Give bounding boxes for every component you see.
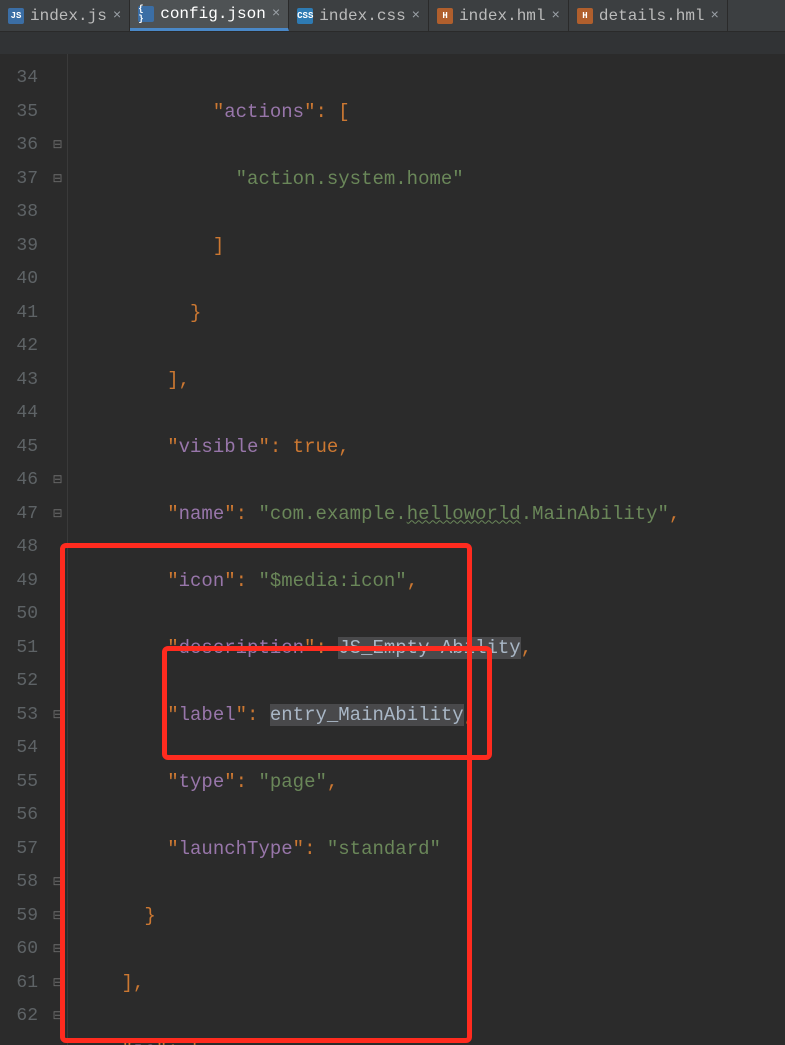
line-number: 59 (0, 900, 48, 934)
line-number: 34 (0, 62, 48, 96)
code-line[interactable]: "visible": true, (76, 431, 785, 465)
line-number: 61 (0, 967, 48, 1001)
line-number: 54 (0, 732, 48, 766)
line-number: 51 (0, 632, 48, 666)
fold-icon[interactable]: ⊟ (48, 163, 67, 197)
tab-index-hml[interactable]: H index.hml × (429, 0, 569, 31)
line-number: 55 (0, 766, 48, 800)
fold-icon[interactable]: ⊟ (48, 900, 67, 934)
line-number: 47 (0, 498, 48, 532)
tab-details-hml[interactable]: H details.hml × (569, 0, 728, 31)
close-icon[interactable]: × (552, 8, 560, 24)
fold-icon[interactable]: ⊟ (48, 1000, 67, 1034)
fold-icon[interactable]: ⊟ (48, 866, 67, 900)
code-line[interactable]: ], (76, 967, 785, 1001)
line-number: 35 (0, 96, 48, 130)
line-number: 41 (0, 297, 48, 331)
close-icon[interactable]: × (711, 8, 719, 24)
tab-label: index.js (30, 7, 107, 25)
line-number: 39 (0, 230, 48, 264)
json-file-icon: { } (138, 6, 154, 22)
tab-bar: JS index.js × { } config.json × CSS inde… (0, 0, 785, 32)
code-line[interactable]: "name": "com.example.helloworld.MainAbil… (76, 498, 785, 532)
line-number: 42 (0, 330, 48, 364)
code-editor[interactable]: 3435363738394041424344454647484950515253… (0, 54, 785, 1045)
line-number-gutter: 3435363738394041424344454647484950515253… (0, 54, 48, 1045)
line-number: 43 (0, 364, 48, 398)
code-line[interactable]: } (76, 900, 785, 934)
fold-column: ⊟⊟ ⊟⊟ ⊟ ⊟⊟ ⊟⊟⊟ (48, 54, 68, 1045)
fold-icon[interactable]: ⊟ (48, 699, 67, 733)
code-line[interactable]: } (76, 297, 785, 331)
code-line[interactable]: ] (76, 230, 785, 264)
code-line[interactable]: "js": [ (76, 1034, 785, 1045)
tab-label: details.hml (599, 7, 705, 25)
line-number: 46 (0, 464, 48, 498)
hml-file-icon: H (577, 8, 593, 24)
code-line[interactable]: ], (76, 364, 785, 398)
js-file-icon: JS (8, 8, 24, 24)
line-number: 56 (0, 799, 48, 833)
tab-label: index.css (319, 7, 405, 25)
code-body[interactable]: "actions": [ "action.system.home" ] } ],… (68, 54, 785, 1045)
line-number: 48 (0, 531, 48, 565)
close-icon[interactable]: × (412, 8, 420, 24)
line-number: 53 (0, 699, 48, 733)
fold-icon[interactable]: ⊟ (48, 967, 67, 1001)
fold-icon[interactable]: ⊟ (48, 129, 67, 163)
line-number: 44 (0, 397, 48, 431)
code-line[interactable]: "actions": [ (76, 96, 785, 130)
tab-label: index.hml (459, 7, 545, 25)
tab-label: config.json (160, 5, 266, 23)
close-icon[interactable]: × (272, 6, 280, 22)
breadcrumb-strip (0, 32, 785, 54)
tab-config-json[interactable]: { } config.json × (130, 0, 289, 31)
line-number: 40 (0, 263, 48, 297)
code-line[interactable]: "label": entry_MainAbility, (76, 699, 785, 733)
code-line[interactable]: "launchType": "standard" (76, 833, 785, 867)
fold-icon[interactable]: ⊟ (48, 498, 67, 532)
line-number: 50 (0, 598, 48, 632)
tab-index-js[interactable]: JS index.js × (0, 0, 130, 31)
css-file-icon: CSS (297, 8, 313, 24)
code-line[interactable]: "type": "page", (76, 766, 785, 800)
line-number: 45 (0, 431, 48, 465)
line-number: 37 (0, 163, 48, 197)
fold-icon[interactable]: ⊟ (48, 933, 67, 967)
line-number: 62 (0, 1000, 48, 1034)
close-icon[interactable]: × (113, 8, 121, 24)
line-number: 38 (0, 196, 48, 230)
line-number: 36 (0, 129, 48, 163)
line-number: 58 (0, 866, 48, 900)
line-number: 57 (0, 833, 48, 867)
line-number: 49 (0, 565, 48, 599)
code-line[interactable]: "icon": "$media:icon", (76, 565, 785, 599)
code-line[interactable]: "description": JS_Empty Ability, (76, 632, 785, 666)
line-number: 60 (0, 933, 48, 967)
code-line[interactable]: "action.system.home" (76, 163, 785, 197)
line-number: 52 (0, 665, 48, 699)
tab-index-css[interactable]: CSS index.css × (289, 0, 429, 31)
fold-icon[interactable]: ⊟ (48, 464, 67, 498)
hml-file-icon: H (437, 8, 453, 24)
